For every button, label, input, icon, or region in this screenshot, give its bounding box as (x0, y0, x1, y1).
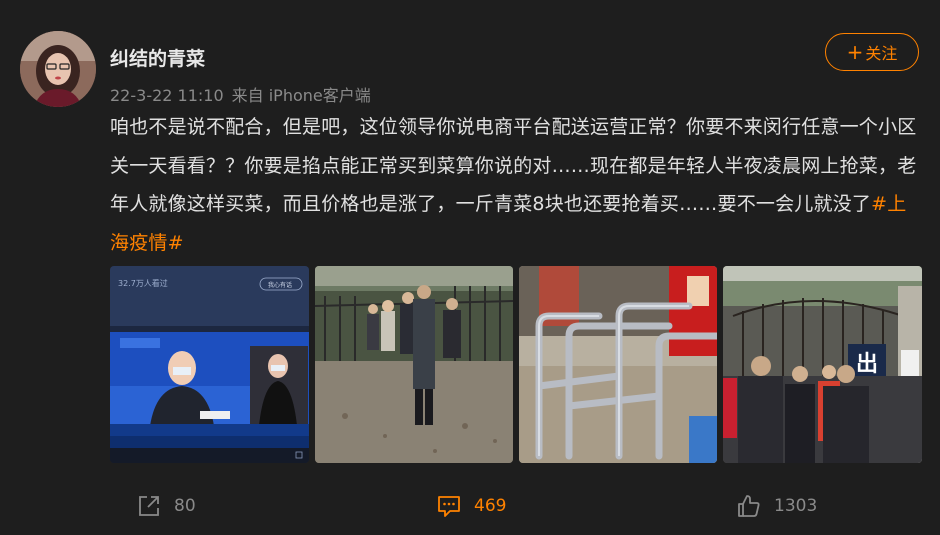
post-text: 咱也不是说不配合，但是吧，这位领导你说电商平台配送运营正常？你要不来闵行任意一个… (110, 108, 920, 262)
follow-label: 关注 (865, 44, 898, 63)
press-conference-image: 32.7万人看过 我心有话 (110, 266, 309, 463)
comment-button[interactable]: 469 (436, 486, 506, 526)
plus-icon: + (846, 40, 864, 64)
post-meta: 22-3-22 11:10 来自 iPhone客户端 (110, 82, 371, 106)
photo-press-conference[interactable]: 32.7万人看过 我心有话 (110, 266, 309, 463)
repost-button[interactable]: 80 (136, 486, 196, 526)
comment-icon (438, 496, 460, 517)
exit-sign: 出 (856, 352, 878, 377)
repost-count: 80 (174, 496, 196, 516)
post-body: 咱也不是说不配合，但是吧，这位领导你说电商平台配送运营正常？你要不来闵行任意一个… (110, 116, 917, 215)
post-date[interactable]: 22-3-22 11:10 (110, 86, 224, 105)
comment-count: 469 (474, 496, 507, 516)
author-name[interactable]: 纠结的青菜 (110, 44, 205, 71)
follow-button[interactable]: + 关注 (825, 33, 919, 71)
post-source: 来自 iPhone客户端 (231, 86, 371, 105)
photo-barriers[interactable] (519, 266, 717, 463)
image-gallery: 32.7万人看过 我心有话 出 (110, 266, 922, 463)
photo-crowd-exit[interactable]: 出 (723, 266, 922, 463)
queue-gate-image (315, 266, 513, 463)
action-bar: 80 469 1303 (0, 486, 940, 526)
like-button[interactable]: 1303 (736, 486, 817, 526)
thumbs-up-icon (738, 495, 760, 517)
like-count: 1303 (774, 496, 818, 516)
photo-button-label: 我心有话 (268, 281, 292, 289)
photo-queue-gate[interactable] (315, 266, 513, 463)
crowd-exit-image: 出 (723, 266, 922, 463)
avatar[interactable] (20, 31, 96, 107)
avatar-image (20, 31, 96, 107)
weibo-post: 纠结的青菜 22-3-22 11:10 来自 iPhone客户端 + 关注 咱也不… (0, 0, 940, 535)
barriers-image (519, 266, 717, 463)
repost-icon (139, 496, 159, 516)
viewers-count: 32.7万人看过 (118, 278, 168, 288)
